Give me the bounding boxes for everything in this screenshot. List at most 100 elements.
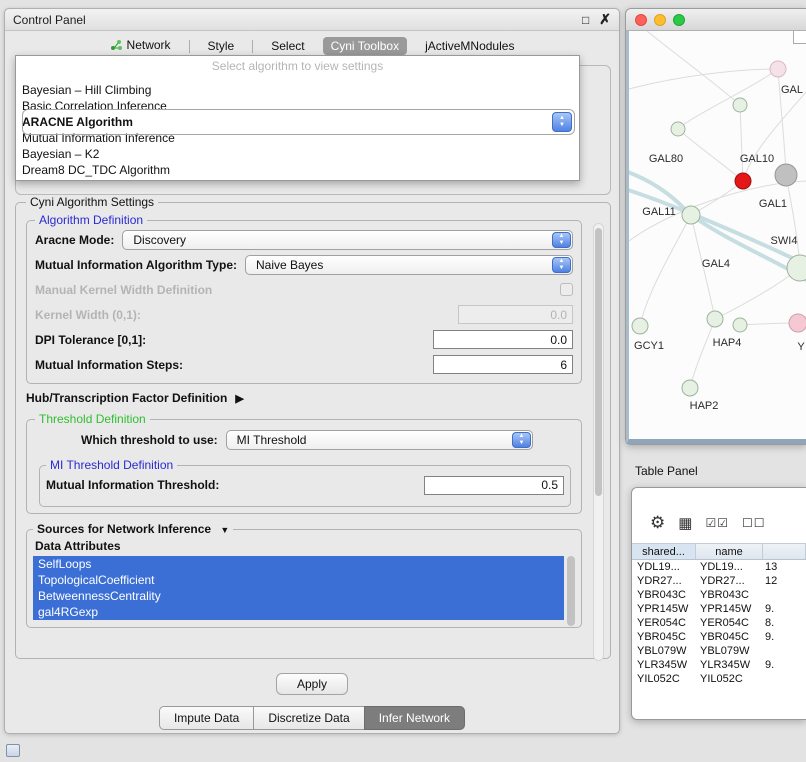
network-node[interactable] — [682, 380, 698, 396]
node-label: GAL4 — [702, 258, 730, 270]
arrow-down-icon: ▼ — [559, 240, 565, 247]
mi-type-value: Naive Bayes — [256, 258, 323, 272]
node-label: Y — [797, 341, 805, 353]
algorithm-dropdown-popup: Select algorithm to view settings Bayesi… — [15, 55, 580, 181]
close-traffic-light[interactable] — [635, 14, 647, 26]
select-all-columns-icon[interactable]: ☑☑ — [705, 516, 729, 530]
network-node[interactable] — [671, 122, 685, 136]
column-header[interactable]: name — [696, 544, 763, 559]
sources-group: Sources for Network Inference ▼ Data Att… — [26, 522, 582, 628]
table-row[interactable]: YIL052C YIL052C — [632, 672, 806, 686]
apply-button[interactable]: Apply — [276, 673, 348, 695]
network-node[interactable] — [632, 318, 648, 334]
columns-icon[interactable]: ▦ — [678, 514, 692, 532]
table-row[interactable]: YER054C YER054C 8. — [632, 616, 806, 630]
cell: YBR043C — [696, 589, 763, 601]
list-rows: SelfLoops TopologicalCoefficient Between… — [33, 556, 564, 628]
tab-cyni-toolbox[interactable]: Cyni Toolbox — [323, 37, 407, 55]
column-header[interactable]: shared... — [632, 544, 696, 559]
cell: YER054C — [696, 617, 763, 629]
minimized-panel-icon[interactable] — [6, 744, 20, 757]
table-row[interactable]: YBR045C YBR045C 9. — [632, 630, 806, 644]
table-row[interactable]: YBR043C YBR043C — [632, 588, 806, 602]
manual-kernel-checkbox[interactable] — [560, 283, 573, 296]
mi-type-combo[interactable]: Naive Bayes ▲ ▼ — [245, 255, 573, 275]
network-node[interactable] — [770, 61, 786, 77]
which-threshold-value: MI Threshold — [237, 433, 307, 447]
mi-steps-label: Mutual Information Steps: — [35, 358, 183, 372]
bottom-tabbar: Impute Data Discretize Data Infer Networ… — [5, 706, 619, 730]
tab-infer-network[interactable]: Infer Network — [364, 706, 465, 730]
algorithm-item[interactable]: Mutual Information Inference — [16, 130, 579, 146]
tab-select[interactable]: Select — [263, 37, 312, 55]
algorithm-item[interactable]: Basic Correlation Inference — [16, 98, 579, 114]
close-icon[interactable]: ✗ — [599, 11, 611, 28]
combo-stepper-icon[interactable]: ▲ ▼ — [552, 112, 572, 132]
mi-steps-field[interactable]: 6 — [433, 355, 573, 374]
settings-scrollbar[interactable] — [593, 223, 604, 661]
arrow-down-icon: ▼ — [519, 440, 525, 447]
network-canvas[interactable]: GAL GAL80 GAL10 GAL11 GAL1 SWI4 GAL4 GCY… — [626, 31, 806, 444]
list-item[interactable]: SelfLoops — [33, 556, 564, 572]
which-threshold-label: Which threshold to use: — [81, 433, 218, 447]
deselect-all-columns-icon[interactable]: ☐☐ — [742, 516, 766, 530]
cyni-settings-title: Cyni Algorithm Settings — [26, 195, 158, 209]
algorithm-item[interactable]: Bayesian – Hill Climbing — [16, 82, 579, 98]
minimize-traffic-light[interactable] — [654, 14, 666, 26]
aracne-mode-label: Aracne Mode: — [35, 233, 114, 247]
table-row[interactable]: YLR345W YLR345W 9. — [632, 658, 806, 672]
cell: YIL052C — [632, 673, 696, 685]
network-window-titlebar — [626, 9, 806, 31]
zoom-traffic-light[interactable] — [673, 14, 685, 26]
algorithm-definition-title: Algorithm Definition — [35, 213, 147, 227]
table-row[interactable]: YPR145W YPR145W 9. — [632, 602, 806, 616]
aracne-mode-combo[interactable]: Discovery ▲ ▼ — [122, 230, 573, 250]
settings-scrollbar-thumb[interactable] — [595, 228, 602, 496]
list-item[interactable]: TopologicalCoefficient — [33, 572, 564, 588]
gear-icon[interactable]: ⚙ — [650, 513, 665, 533]
node-label: GAL11 — [642, 206, 675, 218]
network-node[interactable] — [789, 314, 806, 332]
dpi-tolerance-field[interactable]: 0.0 — [433, 330, 573, 349]
cell: YDR27... — [632, 575, 696, 587]
list-scrollbar[interactable] — [567, 556, 575, 626]
kernel-width-field[interactable]: 0.0 — [458, 305, 573, 324]
network-node[interactable] — [707, 311, 723, 327]
node-label: GAL1 — [759, 198, 787, 210]
table-row[interactable]: YDL19... YDL19... 13 — [632, 560, 806, 574]
tab-discretize-data[interactable]: Discretize Data — [253, 706, 364, 730]
combo-stepper-icon: ▲ ▼ — [552, 232, 571, 248]
list-item[interactable]: BetweennessCentrality — [33, 588, 564, 604]
algorithm-item-selected[interactable]: ARACNE Algorithm — [16, 114, 579, 130]
network-node[interactable] — [775, 164, 797, 186]
network-graph: GAL GAL80 GAL10 GAL11 GAL1 SWI4 GAL4 GCY… — [629, 31, 806, 441]
sources-legend[interactable]: Sources for Network Inference ▼ — [33, 522, 233, 536]
float-window-icon[interactable]: □ — [582, 13, 589, 27]
scrollbar-corner-button[interactable] — [793, 31, 806, 44]
cell: 12 — [763, 575, 806, 587]
network-node-highlighted[interactable] — [735, 173, 751, 189]
table-toolbar: ⚙ ▦ ☑☑ ☐☐ — [632, 488, 806, 543]
combo-stepper-icon: ▲ ▼ — [512, 432, 531, 448]
tab-network[interactable]: Network — [102, 36, 179, 56]
tab-jactivemnodules[interactable]: jActiveMNodules — [417, 37, 522, 55]
list-item[interactable]: gal4RGexp — [33, 604, 564, 620]
node-label: GAL80 — [649, 153, 683, 165]
column-header[interactable] — [763, 544, 806, 559]
tab-style[interactable]: Style — [200, 37, 243, 55]
mi-threshold-field[interactable]: 0.5 — [424, 476, 564, 495]
which-threshold-combo[interactable]: MI Threshold ▲ ▼ — [226, 430, 533, 450]
cell: 8. — [763, 617, 806, 629]
algorithm-item[interactable]: Bayesian – K2 — [16, 146, 579, 162]
table-row[interactable]: YDR27... YDR27... 12 — [632, 574, 806, 588]
table-row[interactable]: YBL079W YBL079W — [632, 644, 806, 658]
algorithm-item[interactable]: Dream8 DC_TDC Algorithm — [16, 162, 579, 178]
hub-definition-section[interactable]: Hub/Transcription Factor Definition ▶ — [26, 384, 582, 412]
network-node[interactable] — [682, 206, 700, 224]
network-node[interactable] — [733, 318, 747, 332]
tab-network-label: Network — [127, 38, 171, 52]
kernel-width-label: Kernel Width (0,1): — [35, 308, 141, 322]
network-icon — [110, 39, 123, 54]
network-node[interactable] — [733, 98, 747, 112]
tab-impute-data[interactable]: Impute Data — [159, 706, 254, 730]
